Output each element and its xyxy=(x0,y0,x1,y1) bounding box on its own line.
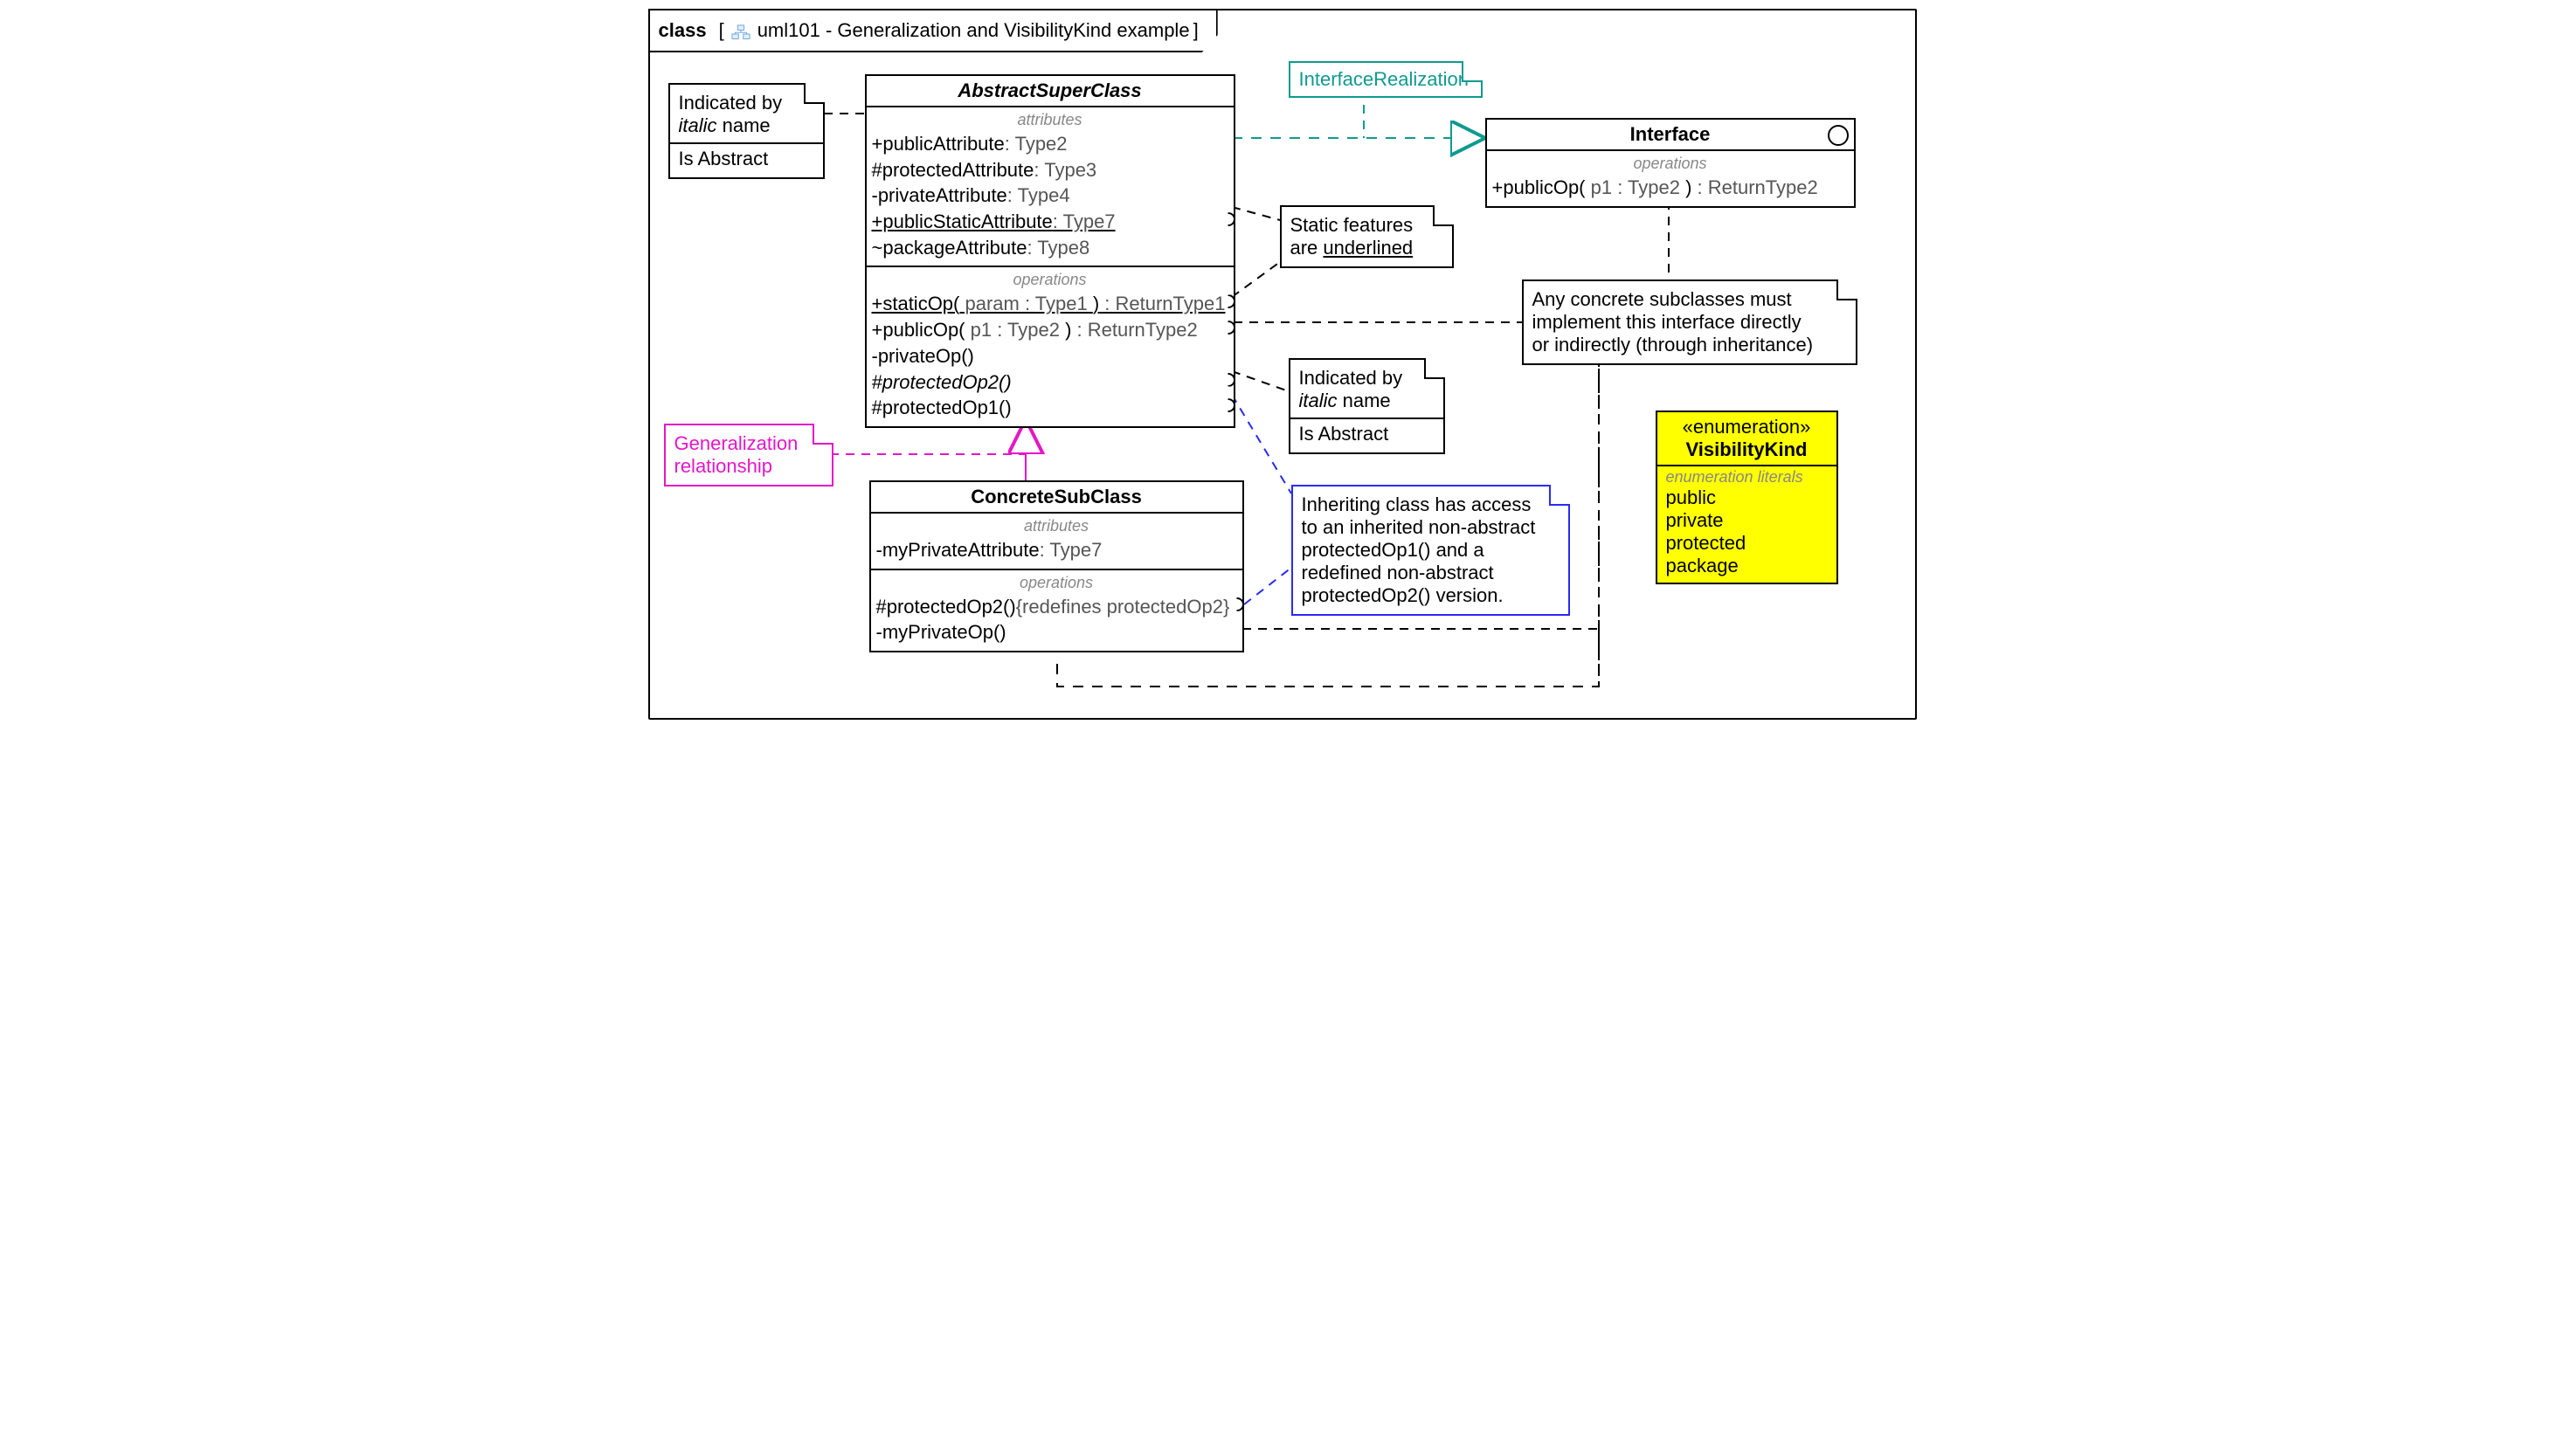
op-public: +publicOp( p1 : Type2 ) : ReturnType2 xyxy=(872,317,1228,343)
literal-public: public xyxy=(1666,486,1828,509)
note-fold-icon xyxy=(1549,485,1570,506)
enum-header: «enumeration» VisibilityKind xyxy=(1657,412,1836,466)
frame-label: class [ uml101 - Generalization and Visi… xyxy=(648,9,1218,52)
note-fold-icon xyxy=(1462,61,1483,82)
class-diagram-icon xyxy=(731,23,750,38)
literal-package: package xyxy=(1666,555,1828,577)
attr-protected: #protectedAttribute: Type3 xyxy=(872,157,1228,183)
note-is-abstract-right: Indicated by italic name Is Abstract xyxy=(1289,358,1445,454)
note-generalization: Generalization relationship xyxy=(664,424,833,486)
socket-icon xyxy=(1230,597,1244,611)
note-fold-icon xyxy=(1836,279,1857,300)
op-public: +publicOp( p1 : Type2 ) : ReturnType2 xyxy=(1492,175,1849,201)
class-name: Interface xyxy=(1487,120,1854,151)
note-fold-icon xyxy=(813,424,833,445)
operations-compartment: operations +publicOp( p1 : Type2 ) : Ret… xyxy=(1487,151,1854,206)
class-name: ConcreteSubClass xyxy=(871,482,1242,514)
note-inheriting-access: Inheriting class has access to an inheri… xyxy=(1291,485,1570,616)
attr-public-static: +publicStaticAttribute: Type7 xyxy=(872,209,1228,235)
enum-visibilitykind: «enumeration» VisibilityKind enumeration… xyxy=(1656,411,1838,584)
attr-private: -myPrivateAttribute: Type7 xyxy=(876,537,1237,563)
enum-literals: enumeration literals public private prot… xyxy=(1657,466,1836,583)
interface-ball-icon xyxy=(1828,125,1849,146)
attr-public: +publicAttribute: Type2 xyxy=(872,131,1228,157)
attr-private: -privateAttribute: Type4 xyxy=(872,183,1228,209)
class-interface: Interface operations +publicOp( p1 : Typ… xyxy=(1485,118,1856,208)
socket-icon xyxy=(1221,212,1235,226)
socket-icon xyxy=(1221,373,1235,387)
literal-protected: protected xyxy=(1666,532,1828,555)
operations-compartment: operations #protectedOp2(){redefines pro… xyxy=(871,570,1242,651)
op-static: +staticOp( param : Type1 ) : ReturnType1 xyxy=(872,291,1228,317)
op-private: -privateOp() xyxy=(872,343,1228,369)
note-fold-icon xyxy=(1433,205,1454,226)
attributes-compartment: attributes +publicAttribute: Type2 #prot… xyxy=(867,107,1234,267)
attributes-compartment: attributes -myPrivateAttribute: Type7 xyxy=(871,514,1242,570)
note-is-abstract-left: Indicated by italic name Is Abstract xyxy=(668,83,825,179)
class-abstractsuperclass: AbstractSuperClass attributes +publicAtt… xyxy=(865,74,1235,428)
frame-title: uml101 - Generalization and VisibilityKi… xyxy=(757,19,1190,42)
op-private: -myPrivateOp() xyxy=(876,619,1237,645)
socket-icon xyxy=(1221,321,1235,335)
note-interface-realization: InterfaceRealization xyxy=(1289,61,1483,98)
literal-private: private xyxy=(1666,509,1828,532)
operations-compartment: operations +staticOp( param : Type1 ) : … xyxy=(867,267,1234,425)
attr-package: ~packageAttribute: Type8 xyxy=(872,235,1228,261)
note-static-underlined: Static features are underlined xyxy=(1280,205,1454,268)
note-fold-icon xyxy=(1424,358,1445,379)
class-name: AbstractSuperClass xyxy=(867,76,1234,107)
op-protected2-redefined: #protectedOp2(){redefines protectedOp2} xyxy=(876,594,1237,620)
op-protected2-abstract: #protectedOp2() xyxy=(872,369,1228,396)
note-fold-icon xyxy=(804,83,825,104)
class-concretesubclass: ConcreteSubClass attributes -myPrivateAt… xyxy=(869,480,1244,652)
socket-icon xyxy=(1221,398,1235,412)
op-protected1: #protectedOp1() xyxy=(872,395,1228,421)
note-implement-interface: Any concrete subclasses must implement t… xyxy=(1522,279,1857,365)
frame-keyword: class xyxy=(659,19,707,42)
